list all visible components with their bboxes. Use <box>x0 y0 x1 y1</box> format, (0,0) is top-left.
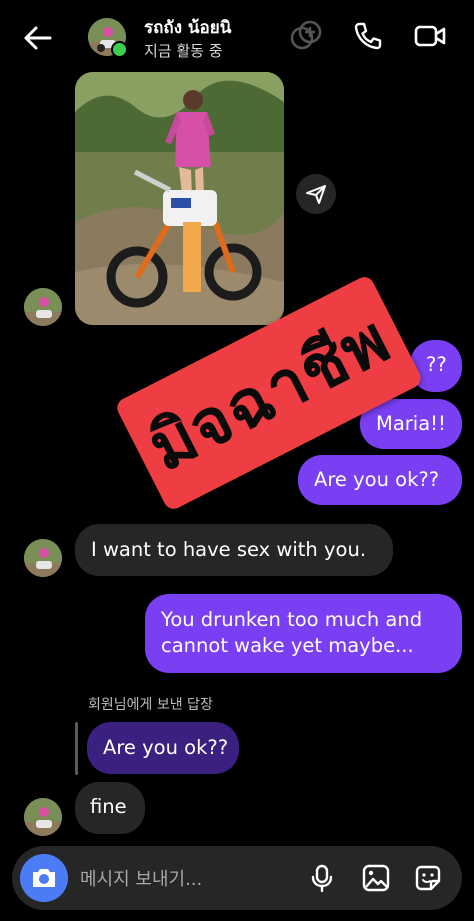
video-camera-icon[interactable] <box>412 18 448 54</box>
phone-icon[interactable] <box>350 18 386 54</box>
sticker-icon[interactable] <box>412 862 444 894</box>
message-text: Are you ok?? <box>103 736 229 759</box>
sent-message[interactable]: Are you ok?? <box>298 455 462 505</box>
sent-message[interactable]: You drunken too much and cannot wake yet… <box>145 594 462 673</box>
reply-label: 회원님에게 보낸 답장 <box>88 697 213 713</box>
camera-icon[interactable] <box>20 854 68 902</box>
paper-plane-icon[interactable] <box>296 174 336 214</box>
chat-header: รถถัง น้อยนิ 지금 활동 중 <box>0 0 474 72</box>
sender-avatar[interactable] <box>24 288 62 326</box>
sender-avatar[interactable] <box>24 798 62 836</box>
effects-icon[interactable] <box>288 18 324 54</box>
image-icon[interactable] <box>360 862 392 894</box>
online-indicator <box>111 41 128 58</box>
activity-status: 지금 활동 중 <box>144 42 223 60</box>
microphone-icon[interactable] <box>306 862 338 894</box>
message-text: cannot wake yet maybe... <box>161 634 414 657</box>
message-input[interactable] <box>80 866 280 892</box>
contact-name[interactable]: รถถัง น้อยนิ <box>144 14 231 41</box>
message-text: Are you ok?? <box>314 468 440 491</box>
sender-avatar[interactable] <box>24 539 62 577</box>
message-text: You drunken too much and <box>161 608 423 631</box>
arrow-left-icon[interactable] <box>18 18 58 58</box>
shared-photo[interactable] <box>75 72 284 325</box>
message-text: fine <box>90 795 127 818</box>
message-text: I want to have sex with you. <box>91 538 367 561</box>
quoted-message[interactable]: Are you ok?? <box>87 722 239 774</box>
message-text: ?? <box>426 353 447 376</box>
message-text: Maria!! <box>376 412 446 435</box>
received-message[interactable]: I want to have sex with you. <box>75 524 393 576</box>
received-message[interactable]: fine <box>75 782 145 834</box>
reply-indicator <box>75 722 78 775</box>
